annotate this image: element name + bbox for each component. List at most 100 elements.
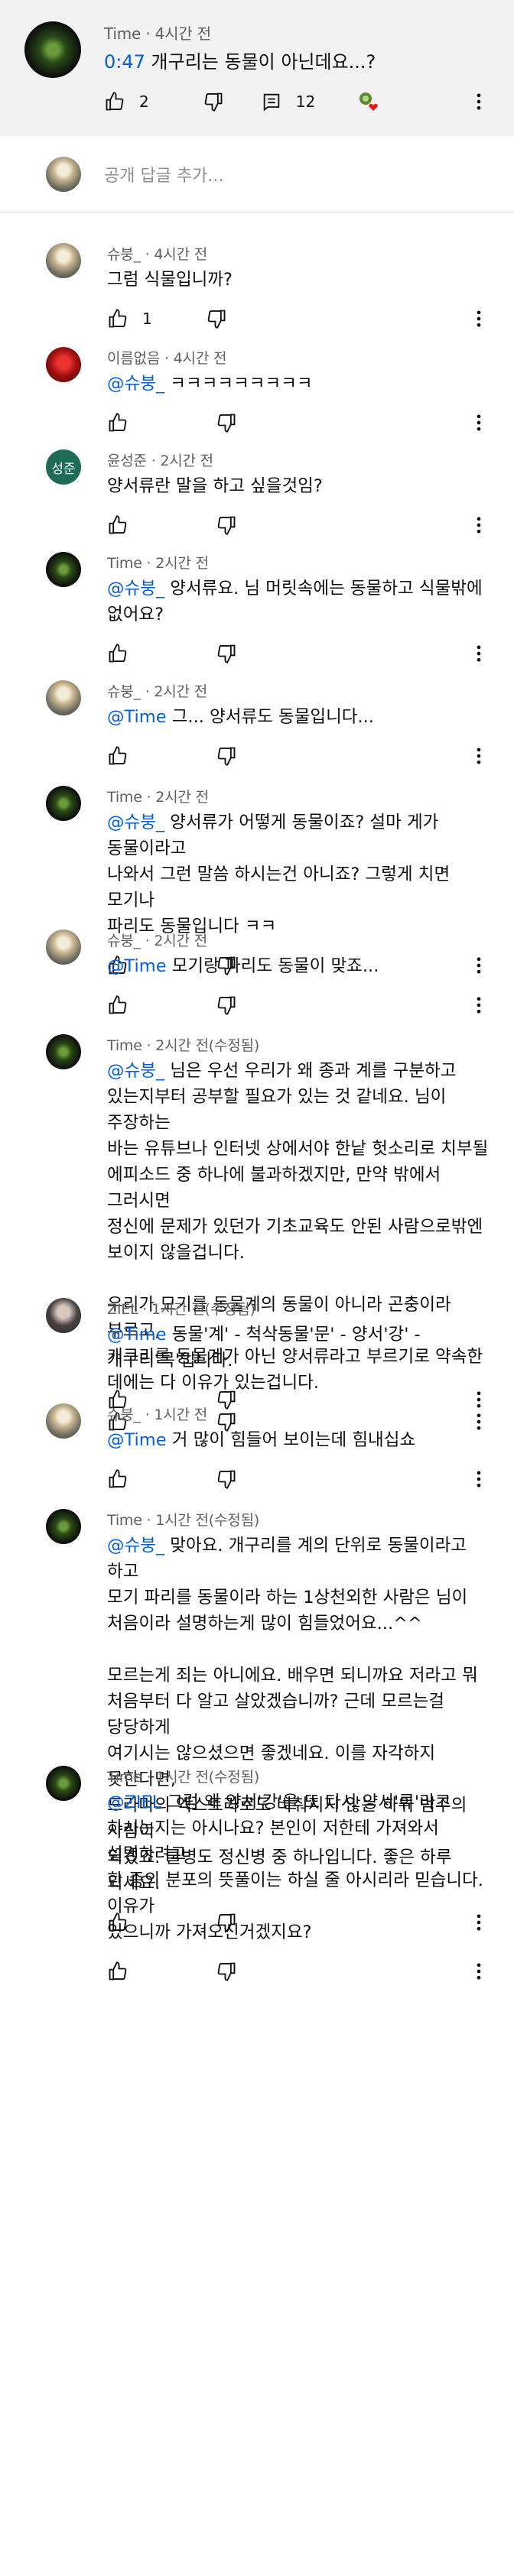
mention-link[interactable]: @Time bbox=[107, 1325, 167, 1345]
author-name[interactable]: Time bbox=[107, 555, 142, 572]
thumbs-up-icon bbox=[107, 994, 128, 1016]
thumbs-up-icon bbox=[107, 514, 128, 536]
comment-meta: Time · 2시간 전 bbox=[107, 555, 209, 572]
reply-input[interactable]: 공개 답글 추가... bbox=[104, 162, 223, 187]
more-options-button[interactable] bbox=[468, 307, 490, 331]
creator-heart bbox=[358, 91, 379, 112]
thumbs-down-icon bbox=[216, 1961, 237, 1982]
comment-time: 2시간 전(수정됨) bbox=[155, 1037, 260, 1054]
avatar[interactable] bbox=[46, 1034, 81, 1069]
avatar[interactable] bbox=[46, 347, 81, 382]
comment-time: 4시간 전 bbox=[154, 246, 207, 263]
author-name[interactable]: Time bbox=[107, 1769, 142, 1786]
dislike-button[interactable] bbox=[216, 1468, 237, 1490]
avatar[interactable]: 성준 bbox=[46, 449, 81, 485]
like-button[interactable]: 2 bbox=[104, 91, 149, 112]
reply-input-row[interactable]: 공개 답글 추가... bbox=[0, 136, 514, 213]
reply-comment: Time · 1시간 전(수정됨) @ZIEL 그럼 왜 양서'강'을 또 다시… bbox=[0, 1766, 514, 1987]
mention-link[interactable]: @슈붕_ bbox=[107, 813, 164, 832]
author-name[interactable]: 슈붕_ bbox=[107, 683, 141, 700]
like-button[interactable] bbox=[107, 994, 142, 1016]
avatar[interactable] bbox=[46, 243, 81, 278]
avatar[interactable] bbox=[46, 680, 81, 715]
like-button[interactable] bbox=[107, 514, 142, 536]
comment-text: @Time 모기랑 파리도 동물이 맞죠... bbox=[107, 956, 379, 976]
dislike-button[interactable] bbox=[216, 514, 237, 536]
like-button[interactable] bbox=[107, 1961, 142, 1982]
mention-link[interactable]: @Time bbox=[107, 956, 167, 976]
comment-text: 0:47 개구리는 동물이 아닌데요...? bbox=[104, 51, 376, 73]
like-button[interactable] bbox=[107, 1468, 142, 1490]
comment-meta: 슈붕_ · 4시간 전 bbox=[107, 246, 207, 263]
more-options-button[interactable] bbox=[468, 1467, 490, 1491]
mention-link[interactable]: @슈붕_ bbox=[107, 1061, 164, 1081]
comment-time: 2시간 전 bbox=[154, 683, 207, 700]
comment-meta: 슈붕_ · 1시간 전 bbox=[107, 1406, 207, 1423]
author-name[interactable]: Time bbox=[107, 1512, 142, 1529]
avatar[interactable] bbox=[46, 1766, 81, 1801]
comment-meta: Time · 1시간 전(수정됨) bbox=[107, 1512, 260, 1529]
author-name[interactable]: ZIEL bbox=[107, 1301, 138, 1318]
timestamp-link[interactable]: 0:47 bbox=[104, 51, 145, 73]
more-options-button[interactable] bbox=[468, 641, 490, 666]
avatar[interactable] bbox=[24, 21, 81, 78]
mention-link[interactable]: @슈붕_ bbox=[107, 579, 164, 599]
author-name[interactable]: 이름없음 bbox=[107, 350, 160, 367]
like-count: 1 bbox=[142, 310, 152, 328]
comment-text: @슈붕_ ㅋㅋㅋㅋㅋㅋㅋㅋㅋ bbox=[107, 374, 313, 394]
avatar[interactable] bbox=[46, 930, 81, 965]
comment-text: @Time 그... 양서류도 동물입니다... bbox=[107, 707, 374, 727]
dislike-button[interactable] bbox=[203, 91, 224, 112]
avatar[interactable] bbox=[46, 1509, 81, 1544]
like-button[interactable] bbox=[107, 745, 142, 767]
more-vert-icon bbox=[468, 514, 490, 536]
comment-actions bbox=[107, 741, 490, 771]
author-name[interactable]: Time bbox=[107, 789, 142, 806]
dislike-button[interactable] bbox=[216, 1961, 237, 1982]
avatar[interactable] bbox=[46, 552, 81, 587]
dislike-button[interactable] bbox=[216, 643, 237, 664]
reply-count-button[interactable]: 12 bbox=[261, 91, 315, 112]
mention-link[interactable]: @ZIEL bbox=[107, 1792, 161, 1812]
like-button[interactable] bbox=[107, 643, 142, 664]
author-name[interactable]: Time bbox=[107, 1037, 142, 1054]
like-button[interactable]: 1 bbox=[107, 308, 152, 329]
dislike-button[interactable] bbox=[206, 308, 227, 329]
mention-link[interactable]: @슈붕_ bbox=[107, 374, 164, 394]
thumbs-up-icon bbox=[104, 91, 125, 112]
avatar[interactable] bbox=[46, 1403, 81, 1439]
more-options-button[interactable] bbox=[468, 744, 490, 768]
author-name[interactable]: 슈붕_ bbox=[107, 1406, 141, 1423]
comment-text: @슈붕_ 양서류요. 님 머릿속에는 동물하고 식물밖에 없어요? bbox=[107, 579, 483, 625]
more-options-button[interactable] bbox=[468, 993, 490, 1017]
author-name[interactable]: 슈붕_ bbox=[107, 933, 141, 949]
reply-count: 12 bbox=[295, 92, 316, 111]
more-vert-icon bbox=[468, 91, 490, 112]
avatar[interactable] bbox=[46, 786, 81, 821]
mention-link[interactable]: @Time bbox=[107, 707, 167, 727]
comment-text: @ZIEL 그럼 왜 양서'강'을 또 다시 양서'류'라고 하시는지는 아시나… bbox=[107, 1792, 483, 1942]
reply-comment: ZIEL · 1시간 전(수정됨) @Time 동물'계' - 척삭동물'문' … bbox=[0, 1298, 514, 1415]
more-vert-icon bbox=[468, 994, 490, 1016]
author-name[interactable]: 슈붕_ bbox=[107, 246, 141, 263]
dislike-button[interactable] bbox=[216, 412, 237, 433]
author-name[interactable]: Time bbox=[104, 24, 141, 43]
like-button[interactable] bbox=[107, 412, 142, 433]
thumbs-up-icon bbox=[107, 643, 128, 664]
avatar[interactable] bbox=[46, 1298, 81, 1333]
dislike-button[interactable] bbox=[216, 994, 237, 1016]
comment-text: @Time 거 많이 힘들어 보이는데 힘내십쇼 bbox=[107, 1430, 416, 1450]
dislike-button[interactable] bbox=[216, 745, 237, 767]
more-options-button[interactable] bbox=[468, 513, 490, 537]
more-options-button[interactable] bbox=[468, 89, 490, 114]
comment-time: 4시간 전 bbox=[173, 350, 227, 367]
more-vert-icon bbox=[468, 745, 490, 767]
author-name[interactable]: 윤성준 bbox=[107, 453, 147, 469]
thumbs-down-icon bbox=[203, 91, 224, 112]
more-options-button[interactable] bbox=[468, 1959, 490, 1984]
comment-text: 양서류란 말을 하고 싶을것임? bbox=[107, 476, 323, 496]
more-options-button[interactable] bbox=[468, 410, 490, 435]
reply-comment: 슈붕_ · 4시간 전 그럼 식물입니까? 1 bbox=[0, 243, 514, 334]
mention-link[interactable]: @Time bbox=[107, 1430, 167, 1450]
mention-link[interactable]: @슈붕_ bbox=[107, 1536, 164, 1556]
